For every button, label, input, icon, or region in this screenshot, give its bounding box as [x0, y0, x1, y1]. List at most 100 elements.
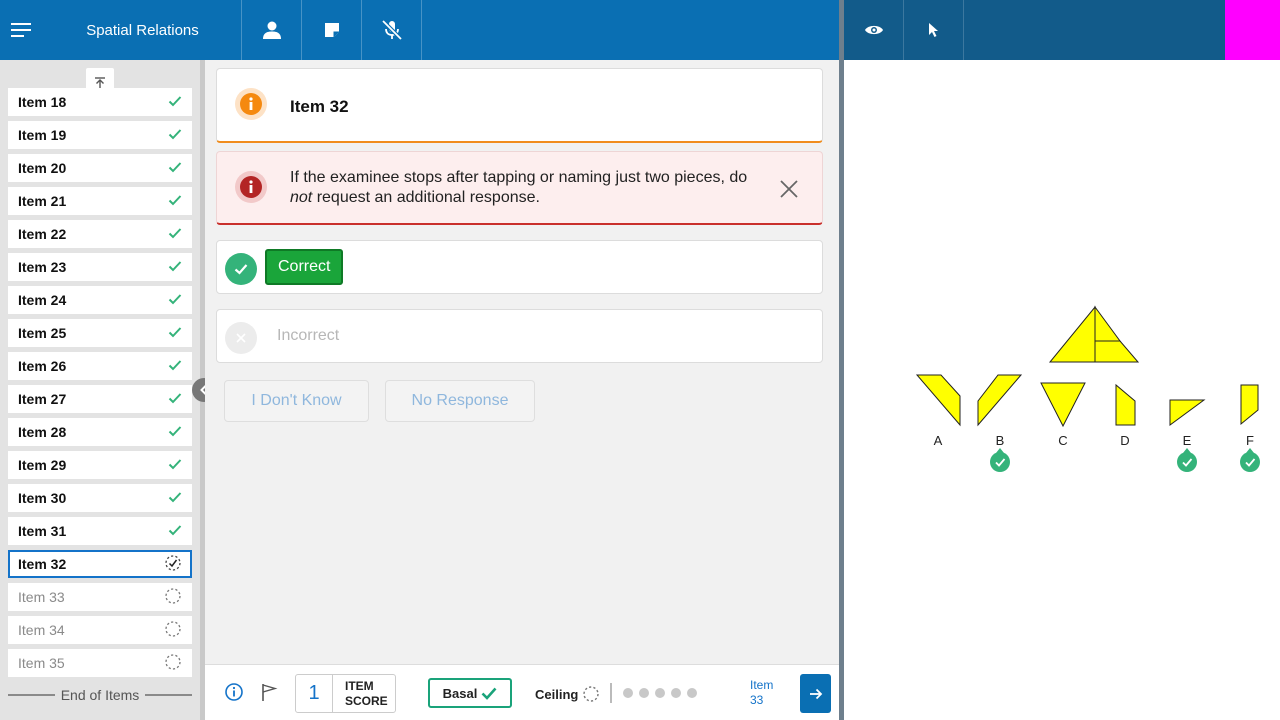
- incorrect-response-row[interactable]: Incorrect: [216, 309, 823, 363]
- sidebar-item-label: Item 33: [18, 589, 65, 605]
- sidebar-item-label: Item 18: [18, 94, 67, 110]
- info-button[interactable]: [224, 682, 244, 707]
- top-bar: Spatial Relations: [0, 0, 839, 60]
- in-progress-check-icon: [164, 554, 182, 575]
- sidebar-item-label: Item 27: [18, 391, 67, 407]
- hamburger-icon: [11, 23, 31, 37]
- stimulus-toolbar: [844, 0, 1280, 60]
- alert-text-end: request an additional response.: [312, 189, 540, 206]
- sidebar-item-label: Item 22: [18, 226, 67, 242]
- sidebar-item[interactable]: Item 32: [8, 550, 192, 578]
- sidebar-item-label: Item 28: [18, 424, 67, 440]
- sidebar-item[interactable]: Item 34: [8, 616, 192, 644]
- mute-microphone-button[interactable]: [362, 0, 422, 60]
- ceiling-label: Ceiling: [535, 686, 579, 702]
- sidebar-item[interactable]: Item 30: [8, 484, 192, 512]
- correct-button[interactable]: Correct: [265, 249, 344, 285]
- sidebar-item[interactable]: Item 24: [8, 286, 192, 314]
- no-response-button[interactable]: No Response: [385, 380, 535, 422]
- microphone-off-icon: [381, 19, 402, 41]
- pointer-button[interactable]: [904, 0, 964, 60]
- sidebar-item[interactable]: Item 29: [8, 451, 192, 479]
- close-alert-button[interactable]: [777, 177, 801, 201]
- note-icon: [324, 23, 339, 37]
- checkmark-icon: [168, 358, 182, 374]
- progress-dot: [623, 688, 633, 698]
- sidebar-item[interactable]: Item 22: [8, 220, 192, 248]
- correct-response-row: Correct: [216, 240, 823, 294]
- selected-check-e-icon: [1177, 448, 1197, 472]
- sidebar-item[interactable]: Item 25: [8, 319, 192, 347]
- divider-line: [8, 694, 55, 696]
- checkmark-icon: [168, 325, 182, 341]
- sidebar-item[interactable]: Item 26: [8, 352, 192, 380]
- sidebar-item[interactable]: Item 18: [8, 88, 192, 116]
- sidebar-item-label: Item 26: [18, 358, 67, 374]
- choice-label-e: E: [1182, 433, 1192, 448]
- sidebar-item-label: Item 20: [18, 160, 67, 176]
- choice-piece-c[interactable]: [1040, 382, 1086, 428]
- sidebar-item-label: Item 31: [18, 523, 67, 539]
- sidebar-item[interactable]: Item 31: [8, 517, 192, 545]
- end-of-items-label: End of Items: [60, 687, 140, 703]
- item-score-label-line1: ITEM: [345, 678, 374, 693]
- item-header-card: Item 32: [216, 68, 823, 143]
- footer-separator: [610, 683, 612, 703]
- sidebar-item[interactable]: Item 27: [8, 385, 192, 413]
- sidebar-item[interactable]: Item 28: [8, 418, 192, 446]
- app-title: Spatial Relations: [44, 0, 242, 60]
- sidebar-item[interactable]: Item 20: [8, 154, 192, 182]
- close-icon: [780, 180, 798, 198]
- checkmark-icon: [168, 160, 182, 176]
- alert-text-emphasis: not: [290, 189, 313, 206]
- menu-button[interactable]: [0, 0, 44, 60]
- end-of-items: End of Items: [8, 687, 192, 703]
- flag-button[interactable]: [259, 682, 279, 707]
- stimulus-panel: A B C D E F: [844, 60, 1280, 720]
- dont-know-button[interactable]: I Don't Know: [224, 380, 369, 422]
- view-button[interactable]: [844, 0, 904, 60]
- choice-piece-f[interactable]: [1240, 384, 1259, 426]
- checkmark-icon: [168, 259, 182, 275]
- sidebar-item-label: Item 23: [18, 259, 67, 275]
- choice-label-a: A: [933, 433, 943, 448]
- incorrect-button[interactable]: Incorrect: [277, 327, 339, 345]
- sidebar-item-label: Item 32: [18, 556, 67, 572]
- examinee-button[interactable]: [242, 0, 302, 60]
- spatial-puzzle: [915, 305, 1259, 428]
- ceiling-status: Ceiling: [535, 685, 600, 703]
- pending-circle-icon: [164, 620, 182, 641]
- sidebar-item[interactable]: Item 23: [8, 253, 192, 281]
- divider-line: [145, 694, 192, 696]
- choice-piece-d[interactable]: [1115, 383, 1136, 426]
- choice-piece-b[interactable]: [977, 374, 1023, 427]
- next-item-button[interactable]: [800, 674, 831, 713]
- choice-label-d: D: [1120, 433, 1130, 448]
- sidebar-item-label: Item 24: [18, 292, 67, 308]
- sidebar-item[interactable]: Item 19: [8, 121, 192, 149]
- notes-button[interactable]: [302, 0, 362, 60]
- x-mark-icon: [225, 322, 257, 354]
- choice-label-c: C: [1058, 433, 1068, 448]
- info-icon: [235, 88, 267, 120]
- eye-icon: [864, 25, 883, 35]
- choice-label-b: B: [995, 433, 1005, 448]
- sidebar-item[interactable]: Item 33: [8, 583, 192, 611]
- person-icon: [262, 21, 281, 39]
- checkmark-icon: [168, 424, 182, 440]
- basal-label: Basal: [442, 685, 478, 701]
- progress-dot: [671, 688, 681, 698]
- sidebar-item-label: Item 34: [18, 622, 65, 638]
- choice-piece-e[interactable]: [1169, 399, 1206, 426]
- progress-dot: [655, 688, 665, 698]
- choice-label-f: F: [1246, 433, 1254, 448]
- selected-check-f-icon: [1240, 448, 1260, 472]
- choice-piece-a[interactable]: [915, 374, 961, 427]
- checkmark-icon: [168, 490, 182, 506]
- checkmark-icon: [168, 457, 182, 473]
- item-list-sidebar: Item 18 Item 19 Item 20 Item 21 Item 22 Item …: [0, 60, 200, 720]
- item-score-value: 1: [296, 675, 333, 712]
- sidebar-item[interactable]: Item 21: [8, 187, 192, 215]
- selected-check-b-icon: [990, 448, 1010, 472]
- sidebar-item[interactable]: Item 35: [8, 649, 192, 677]
